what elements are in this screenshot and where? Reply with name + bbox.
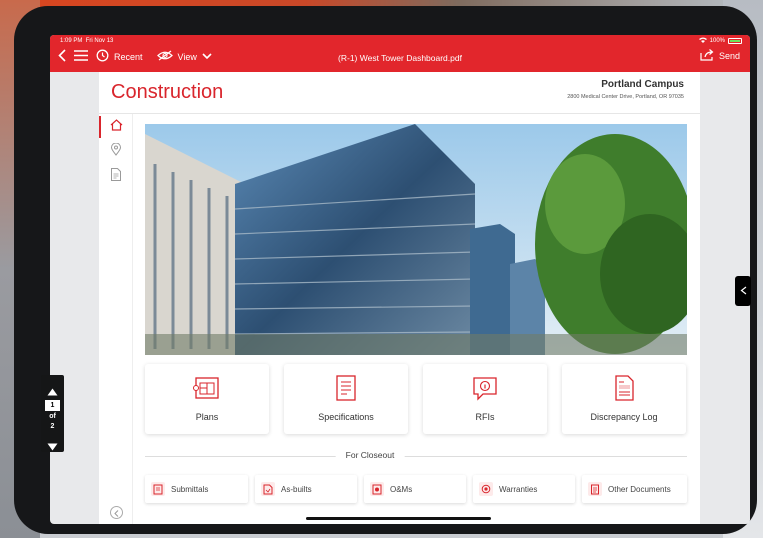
nav-home[interactable] xyxy=(99,116,133,138)
submittals-label: Submittals xyxy=(171,484,209,494)
page-of-label: of xyxy=(49,413,56,420)
closeout-divider xyxy=(145,456,687,457)
closeout-heading: For Closeout xyxy=(335,450,405,460)
document-list-icon xyxy=(332,373,360,403)
page-header: Construction Portland Campus 2800 Medica… xyxy=(99,72,700,114)
hero-building-photo xyxy=(145,124,687,355)
blueprint-icon xyxy=(193,373,221,403)
page-title: Construction xyxy=(111,81,224,103)
discrepancy-log-label: Discrepancy Log xyxy=(590,412,658,422)
campus-name: Portland Campus xyxy=(601,79,684,90)
plans-label: Plans xyxy=(195,412,219,422)
other-documents-button[interactable]: Other Documents xyxy=(582,475,687,503)
battery-percent: 100% xyxy=(709,38,725,44)
location-pin-icon xyxy=(110,142,122,161)
tablet-screen: 1:09 PM Fri Nov 13 100% Recent View (R-1… xyxy=(50,35,750,524)
tablet-frame: 1:09 PM Fri Nov 13 100% Recent View (R-1… xyxy=(14,6,757,534)
as-builts-label: As-builts xyxy=(281,484,312,494)
send-button[interactable]: Send xyxy=(700,49,740,63)
page-down-icon[interactable] xyxy=(47,438,58,456)
plans-card[interactable]: Plans xyxy=(145,364,269,434)
nav-location[interactable] xyxy=(99,141,133,163)
report-icon xyxy=(610,373,638,403)
campus-address: 2800 Medical Center Drive, Portland, OR … xyxy=(567,94,684,100)
side-nav xyxy=(99,114,133,524)
manual-icon xyxy=(370,482,384,496)
status-clock: 1:09 PM xyxy=(60,38,83,44)
nav-active-indicator xyxy=(99,116,101,138)
warranties-label: Warranties xyxy=(499,484,538,494)
specifications-label: Specifications xyxy=(318,412,374,422)
page-up-icon[interactable] xyxy=(47,383,58,401)
chevron-left-icon xyxy=(114,504,119,522)
prev-page-button[interactable] xyxy=(110,506,123,519)
status-time: 1:09 PM Fri Nov 13 xyxy=(60,38,113,44)
rfis-label: RFIs xyxy=(475,412,495,422)
oms-button[interactable]: O&Ms xyxy=(364,475,466,503)
specifications-card[interactable]: Specifications xyxy=(284,364,408,434)
total-pages: 2 xyxy=(50,423,55,430)
as-builts-button[interactable]: As-builts xyxy=(255,475,357,503)
home-icon xyxy=(110,118,123,136)
pdf-page: Construction Portland Campus 2800 Medica… xyxy=(99,72,700,524)
battery-icon xyxy=(728,38,742,44)
submittals-button[interactable]: Submittals xyxy=(145,475,248,503)
submittals-icon xyxy=(151,482,165,496)
page-indicator: 1 of 2 xyxy=(41,375,64,452)
rfis-card[interactable]: RFIs xyxy=(423,364,547,434)
share-icon xyxy=(700,49,714,63)
document-title: (R-1) West Tower Dashboard.pdf xyxy=(338,53,462,63)
nav-documents[interactable] xyxy=(99,166,133,188)
collapse-panel-icon xyxy=(740,282,747,300)
as-builts-icon xyxy=(261,482,275,496)
seal-icon xyxy=(479,482,493,496)
discrepancy-log-card[interactable]: Discrepancy Log xyxy=(562,364,686,434)
main-category-cards: Plans Specifications RFIs Discrepancy Lo… xyxy=(145,364,687,434)
warranties-button[interactable]: Warranties xyxy=(473,475,575,503)
send-label: Send xyxy=(718,51,740,61)
sidebar-handle[interactable] xyxy=(735,276,751,306)
home-indicator[interactable] xyxy=(306,517,491,520)
closeout-items: Submittals As-builts O&Ms Warranties Oth… xyxy=(145,475,687,503)
current-page-number: 1 xyxy=(45,400,60,411)
app-toolbar: 1:09 PM Fri Nov 13 100% Recent View (R-1… xyxy=(50,35,750,72)
status-indicators: 100% xyxy=(698,37,742,45)
status-date: Fri Nov 13 xyxy=(85,38,114,44)
other-documents-label: Other Documents xyxy=(608,484,671,494)
chevron-right-icon xyxy=(114,524,119,525)
oms-label: O&Ms xyxy=(390,484,413,494)
wifi-icon xyxy=(698,37,707,45)
info-bubble-icon xyxy=(471,373,499,403)
documents-icon xyxy=(588,482,602,496)
document-icon xyxy=(111,168,121,186)
